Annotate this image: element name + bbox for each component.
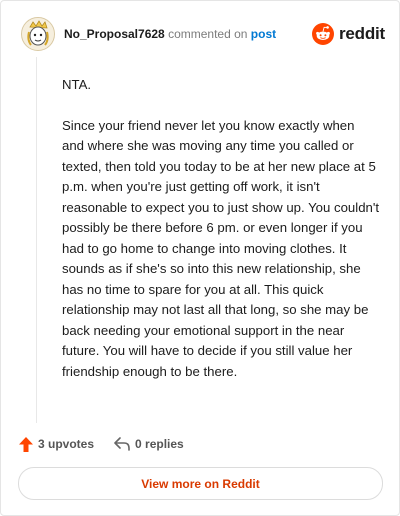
action-text: commented on (168, 27, 248, 41)
comment-meta: No_Proposal7628 commented on post (64, 27, 276, 41)
avatar-icon (22, 18, 54, 50)
brand-wordmark: reddit (338, 24, 385, 43)
username[interactable]: No_Proposal7628 (64, 27, 165, 41)
embedded-comment-card: No_Proposal7628 commented on post reddit… (0, 0, 400, 516)
reply-count: 0 replies (135, 437, 184, 451)
upvote-button[interactable]: 3 upvotes (19, 436, 95, 452)
view-more-button[interactable]: View more on Reddit (18, 467, 383, 500)
comment-actions: 3 upvotes 0 replies (19, 433, 184, 455)
post-link[interactable]: post (251, 27, 276, 41)
reddit-logo[interactable]: reddit (311, 23, 385, 45)
upvote-arrow-icon (19, 436, 33, 452)
reply-icon (114, 437, 130, 451)
replies-button[interactable]: 0 replies (114, 437, 184, 451)
comment-header: No_Proposal7628 commented on post reddit (21, 17, 385, 51)
thread-line (36, 57, 37, 423)
upvote-count: 3 upvotes (38, 437, 95, 451)
comment-paragraph: Since your friend never let you know exa… (62, 117, 380, 379)
reddit-icon (311, 23, 334, 45)
comment-paragraph: NTA. (62, 77, 92, 92)
user-avatar[interactable] (21, 17, 55, 51)
comment-body: NTA. Since your friend never let you kno… (62, 75, 380, 402)
